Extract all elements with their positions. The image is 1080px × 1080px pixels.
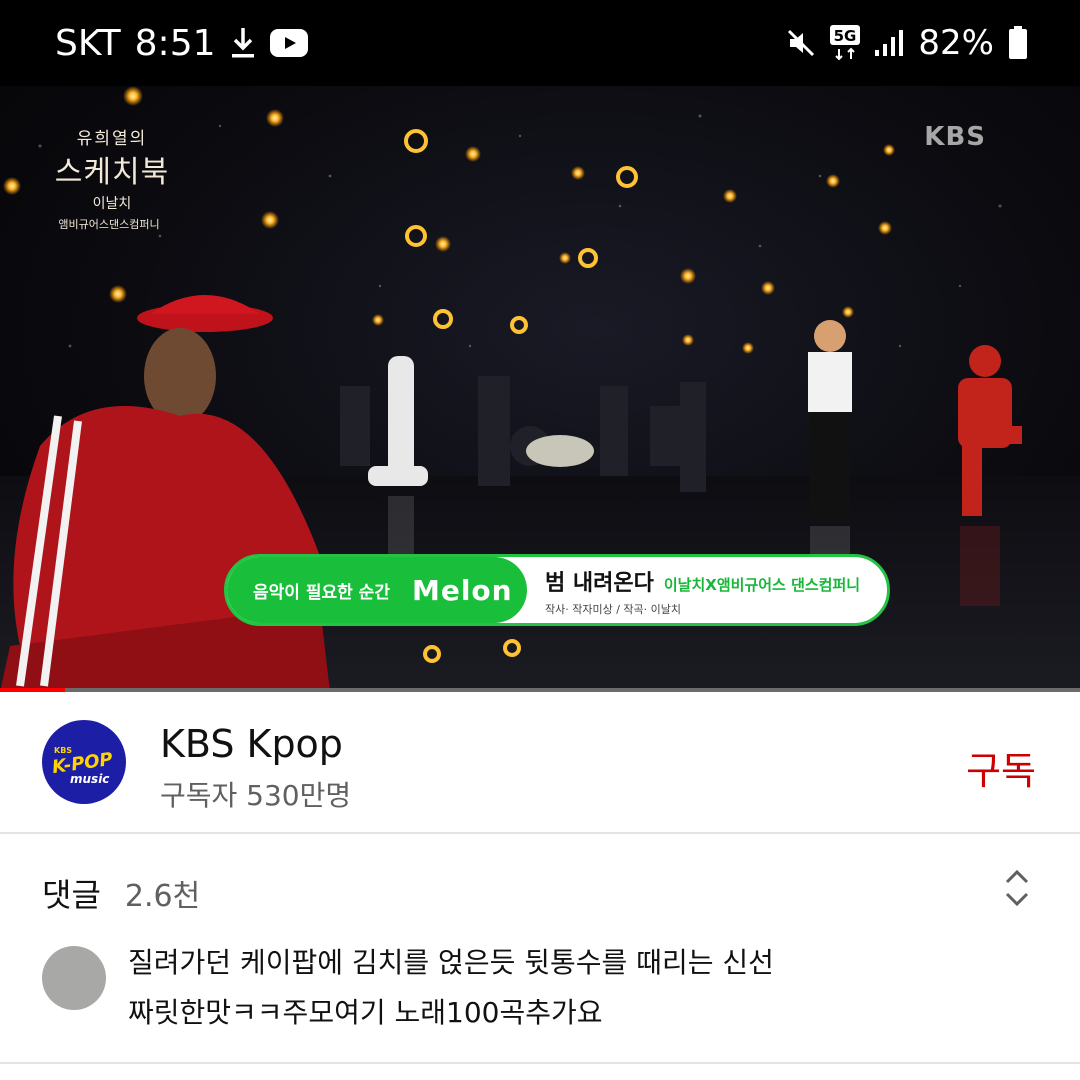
melon-logo-block: 음악이 필요한 순간 Melon	[227, 557, 527, 623]
status-bar: SKT 8:51 5G 82%	[0, 0, 1080, 86]
channel-row: KBS K-POP music KBS Kpop 구독자 530만명 구독	[0, 692, 1080, 834]
show-logo: 유희열의 스케치북 이날치 앰비규어스댄스컴퍼니	[52, 124, 172, 232]
comment-line-1: 질려가던 케이팝에 김치를 얹은듯 뒷통수를 때리는 신선	[128, 946, 774, 979]
subscriber-count: 구독자 530만명	[160, 779, 352, 812]
channel-name[interactable]: KBS Kpop	[160, 722, 343, 766]
subscribe-button[interactable]: 구독	[966, 740, 1036, 795]
mute-icon	[786, 28, 816, 58]
channel-avatar[interactable]: KBS K-POP music	[42, 720, 126, 804]
carrier-label: SKT	[55, 22, 121, 64]
show-logo-line2: 스케치북	[54, 155, 170, 190]
comments-header: 댓글 2.6천	[42, 870, 200, 916]
avatar-text-bottom: music	[70, 772, 110, 786]
song-title: 범 내려온다	[545, 571, 654, 596]
show-logo-line1: 유희열의	[76, 129, 148, 149]
comments-label: 댓글	[42, 876, 101, 914]
song-credit: 작사· 작자미상 / 작곡· 이날치	[545, 603, 682, 616]
5g-icon: 5G	[830, 25, 861, 61]
melon-banner: 음악이 필요한 순간 Melon 범 내려온다 이날치X앰비규어스 댄스컴퍼니 작…	[224, 554, 890, 626]
melon-logo: Melon	[411, 573, 513, 607]
top-comment-text[interactable]: 질려가던 케이팝에 김치를 얹은듯 뒷통수를 때리는 신선 짜릿한맛ㅋㅋ주모여기…	[128, 938, 1008, 1038]
kbs-watermark: KBS	[924, 122, 986, 152]
show-logo-line4: 앰비규어스댄스컴퍼니	[58, 218, 160, 231]
expand-collapse-icon[interactable]	[1002, 868, 1032, 912]
melon-tagline: 음악이 필요한 순간	[253, 582, 390, 603]
battery-percent: 82%	[918, 23, 994, 63]
youtube-icon	[269, 29, 308, 57]
song-artist: 이날치X앰비규어스 댄스컴퍼니	[663, 576, 861, 594]
clock: 8:51	[134, 22, 216, 64]
signal-icon	[874, 28, 904, 58]
commenter-avatar[interactable]	[42, 946, 106, 1010]
comments-section[interactable]: 댓글 2.6천 질려가던 케이팝에 김치를 얹은듯 뒷통수를 때리는 신선 짜릿…	[0, 836, 1080, 1080]
download-icon	[230, 26, 256, 60]
divider	[0, 1062, 1080, 1064]
video-player[interactable]: 유희열의 스케치북 이날치 앰비규어스댄스컴퍼니 KBS 음악이 필요한 순간 …	[0, 86, 1080, 692]
comment-line-2: 짜릿한맛ㅋㅋ주모여기 노래100곡추가요	[128, 996, 603, 1029]
show-logo-line3: 이날치	[92, 196, 132, 212]
battery-icon	[1008, 26, 1028, 60]
comments-count: 2.6천	[124, 879, 201, 914]
network-type-label: 5G	[834, 27, 857, 45]
song-info: 범 내려온다 이날치X앰비규어스 댄스컴퍼니 작사· 작자미상 / 작곡· 이날치	[545, 565, 860, 617]
